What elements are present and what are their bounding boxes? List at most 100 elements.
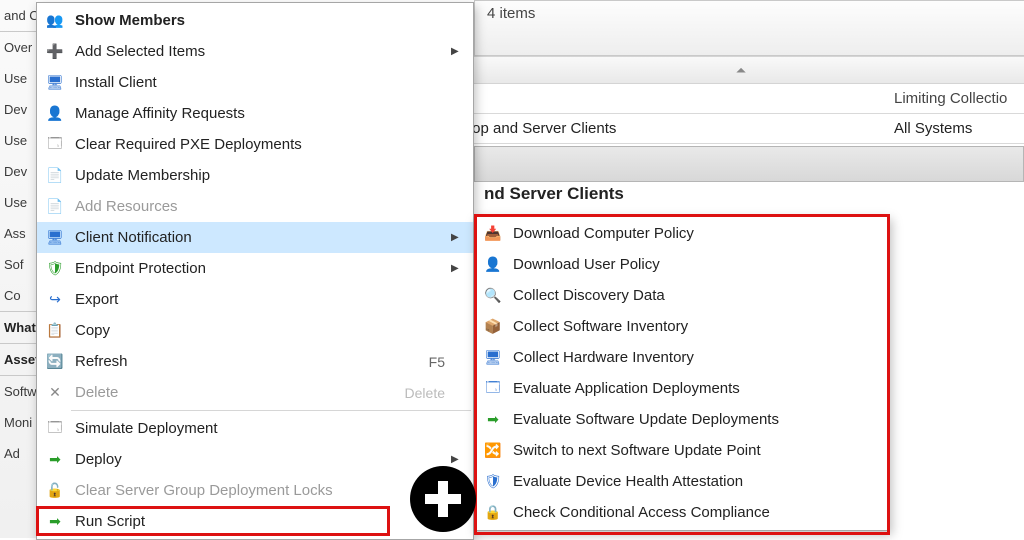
menu-item-install-client[interactable]: 🖥Install Client xyxy=(37,67,473,98)
submenu-item-evaluate-software-update-deployments[interactable]: ➡ Evaluate Software Update Deployments xyxy=(475,404,889,435)
subtitle-bar xyxy=(474,146,1024,182)
bg-item: Dev xyxy=(0,156,36,187)
submenu-item-check-conditional-access-compliance[interactable]: 🔒 Check Conditional Access Compliance xyxy=(475,497,889,528)
menu-item-label: Add Resources xyxy=(75,198,391,215)
menu-item-export[interactable]: ↪Export xyxy=(37,284,473,315)
bg-item: Ass xyxy=(0,218,36,249)
submenu-item-evaluate-application-deployments[interactable]: 🗔 Evaluate Application Deployments xyxy=(475,373,889,404)
menu-item-run-script[interactable]: ➡ Run Script xyxy=(37,506,473,537)
menu-item-add-selected-items[interactable]: ➕ Add Selected Items ▶ xyxy=(37,36,473,67)
members-icon: 👥 xyxy=(45,11,65,31)
submenu-item-collect-hardware-inventory[interactable]: 🖥 Collect Hardware Inventory xyxy=(475,342,889,373)
menu-item-simulate-deployment[interactable]: 🗔 Simulate Deployment xyxy=(37,413,473,444)
items-count-bar: 4 items xyxy=(474,0,1024,56)
submenu-item-label: Evaluate Software Update Deployments xyxy=(513,411,885,428)
menu-item-delete: ✕DeleteDelete xyxy=(37,377,473,408)
menu-item-label: Simulate Deployment xyxy=(75,420,391,437)
menu-item-label: Run Script xyxy=(75,513,391,530)
refresh-icon: 🔄 xyxy=(45,352,65,372)
bg-label: Softw xyxy=(0,376,36,407)
submenu-item-download-user-policy[interactable]: 👤 Download User Policy xyxy=(475,249,889,280)
detail-area: Limiting Collectio top and Server Client… xyxy=(458,56,1024,144)
plus-badge-icon xyxy=(410,466,476,532)
update-icon: 📄 xyxy=(45,166,65,186)
expander-bar[interactable] xyxy=(458,56,1024,84)
menu-item-endpoint-protection[interactable]: 🛡Endpoint Protection▶ xyxy=(37,253,473,284)
detail-row-limiting[interactable]: All Systems xyxy=(884,114,1024,144)
menu-item-refresh[interactable]: 🔄RefreshF5 xyxy=(37,346,473,377)
discovery-icon: 🔍 xyxy=(483,286,503,306)
menu-item-label: Endpoint Protection xyxy=(75,260,391,277)
eval-app-icon: 🗔 xyxy=(483,379,503,399)
menu-item-manage-affinity-requests[interactable]: 👤 Manage Affinity Requests xyxy=(37,98,473,129)
clear-lock-icon: 🔓 xyxy=(45,481,65,501)
simulate-icon: 🗔 xyxy=(45,419,65,439)
sw-inventory-icon: 📦 xyxy=(483,317,503,337)
bg-item: Use xyxy=(0,125,36,156)
submenu-item-collect-discovery-data[interactable]: 🔍Collect Discovery Data xyxy=(475,280,889,311)
download-user-policy-icon: 👤 xyxy=(483,255,503,275)
bg-item: Co xyxy=(0,280,36,311)
add-icon: ➕ xyxy=(45,42,65,62)
menu-separator xyxy=(71,410,471,411)
install-icon: 🖥 xyxy=(45,73,65,93)
menu-item-copy[interactable]: 📋Copy xyxy=(37,315,473,346)
items-count-label: 4 items xyxy=(487,5,535,22)
bg-label: Moni xyxy=(0,407,36,438)
submenu-item-switch-to-next-software-update-point[interactable]: 🔀 Switch to next Software Update Point xyxy=(475,435,889,466)
detail-row-name[interactable]: top and Server Clients xyxy=(458,114,884,144)
switch-sup-icon: 🔀 xyxy=(483,441,503,461)
submenu-item-label: Collect Hardware Inventory xyxy=(513,349,885,366)
add-res-icon: 📄 xyxy=(45,197,65,217)
bg-item: Use xyxy=(0,63,36,94)
client-notification-submenu: 📥 Download Computer Policy 👤 Download User … xyxy=(474,215,890,531)
menu-item-show-members[interactable]: 👥 Show Members xyxy=(37,5,473,36)
limiting-collection-header[interactable]: Limiting Collectio xyxy=(884,84,1024,114)
submenu-item-label: Download User Policy xyxy=(513,256,885,273)
submenu-item-label: Evaluate Device Health Attestation xyxy=(513,473,885,490)
hw-inventory-icon: 🖥 xyxy=(483,348,503,368)
bg-item: and C xyxy=(0,0,36,31)
conditional-access-icon: 🔒 xyxy=(483,503,503,523)
menu-item-update-membership[interactable]: 📄Update Membership xyxy=(37,160,473,191)
submenu-item-label: Switch to next Software Update Point xyxy=(513,442,885,459)
submenu-item-collect-software-inventory[interactable]: 📦Collect Software Inventory xyxy=(475,311,889,342)
endpoint-icon: 🛡 xyxy=(45,259,65,279)
bg-label: Ad xyxy=(0,438,36,469)
deploy-icon: ➡ xyxy=(45,450,65,470)
menu-item-clear-required-pxe-deployments[interactable]: 🗔Clear Required PXE Deployments xyxy=(37,129,473,160)
menu-item-clear-server-group-deployment-locks: 🔓 Clear Server Group Deployment Locks xyxy=(37,475,473,506)
clear-pxe-icon: 🗔 xyxy=(45,135,65,155)
menu-item-shortcut: Delete xyxy=(391,385,451,401)
affinity-icon: 👤 xyxy=(45,104,65,124)
menu-item-label: Clear Server Group Deployment Locks xyxy=(75,482,391,499)
bg-item: Sof xyxy=(0,249,36,280)
export-icon: ↪ xyxy=(45,290,65,310)
submenu-item-evaluate-device-health-attestation[interactable]: 🛡 Evaluate Device Health Attestation xyxy=(475,466,889,497)
submenu-item-download-computer-policy[interactable]: 📥 Download Computer Policy xyxy=(475,218,889,249)
menu-item-label: Manage Affinity Requests xyxy=(75,105,391,122)
menu-item-label: Client Notification xyxy=(75,229,391,246)
bg-item: Use xyxy=(0,187,36,218)
eval-su-icon: ➡ xyxy=(483,410,503,430)
menu-item-client-notification[interactable]: 🖥 Client Notification ▶ xyxy=(37,222,473,253)
col-spacer xyxy=(458,84,884,114)
submenu-item-label: Download Computer Policy xyxy=(513,225,885,242)
menu-item-deploy[interactable]: ➡Deploy▶ xyxy=(37,444,473,475)
submenu-item-label: Check Conditional Access Compliance xyxy=(513,504,885,521)
menu-item-label: Add Selected Items xyxy=(75,43,391,60)
context-menu: 👥 Show Members ➕ Add Selected Items ▶ 🖥Instal… xyxy=(36,2,474,540)
download-policy-icon: 📥 xyxy=(483,224,503,244)
menu-item-label: Show Members xyxy=(75,12,391,29)
device-health-icon: 🛡 xyxy=(483,472,503,492)
run-script-icon: ➡ xyxy=(45,512,65,532)
client-notif-icon: 🖥 xyxy=(45,228,65,248)
menu-item-label: Copy xyxy=(75,322,391,339)
background-sidebar: and C Over Use Dev Use Dev Use Ass Sof C… xyxy=(0,0,36,538)
submenu-arrow-icon: ▶ xyxy=(451,46,469,57)
submenu-arrow-icon: ▶ xyxy=(451,232,469,243)
delete-icon: ✕ xyxy=(45,383,65,403)
submenu-arrow-icon: ▶ xyxy=(451,454,469,465)
detail-table: Limiting Collectio top and Server Client… xyxy=(458,84,1024,144)
submenu-item-label: Evaluate Application Deployments xyxy=(513,380,885,397)
